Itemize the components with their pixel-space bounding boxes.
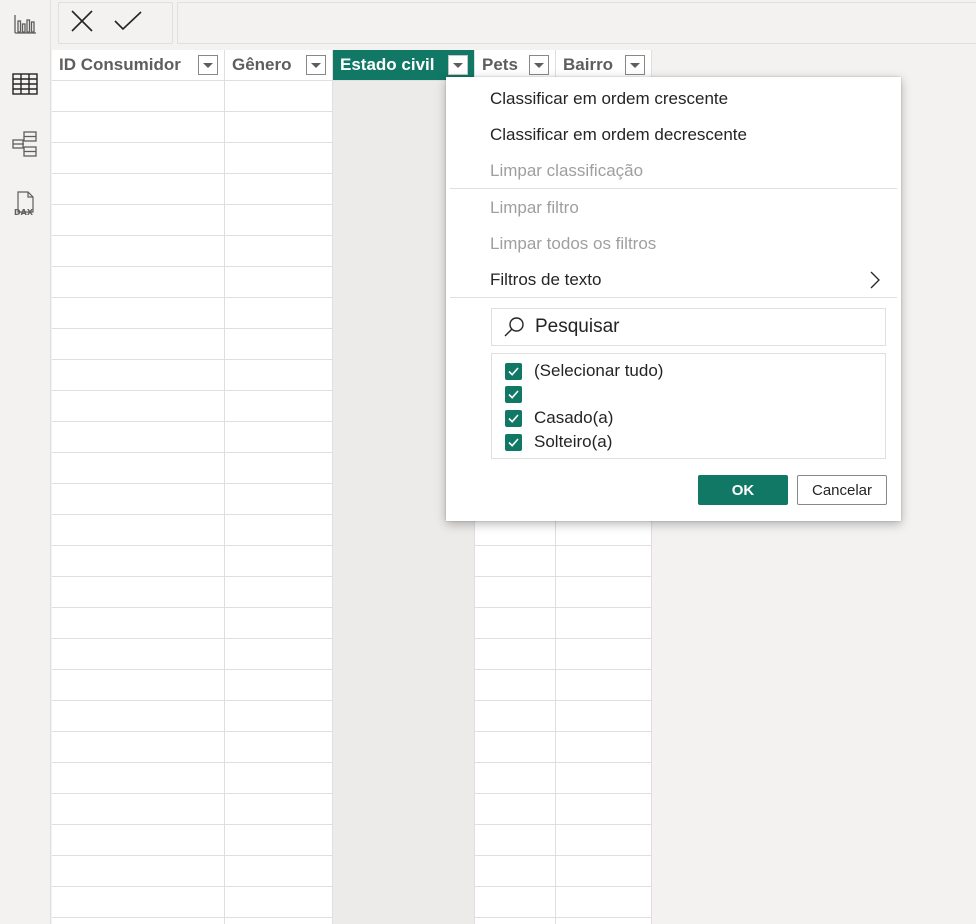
commit-formula-button[interactable] [105,3,151,43]
column-header-label: Pets [482,55,518,74]
table-icon [12,73,38,95]
menu-item-label: Limpar todos os filtros [490,234,657,253]
clear-all-filters-item: Limpar todos os filtros [446,226,901,262]
menu-item-label: Filtros de texto [490,270,602,289]
checkbox[interactable] [505,385,522,403]
column-filter-button[interactable] [529,55,549,75]
model-icon [11,130,39,158]
checkmark-icon [113,9,143,37]
column-filter-button[interactable] [448,55,468,75]
filter-value-casado[interactable]: Casado(a) [505,406,613,430]
model-view-button[interactable] [0,122,50,166]
menu-divider [450,188,897,189]
column-header-label: Bairro [563,55,614,74]
chevron-down-icon [630,62,640,68]
search-placeholder: Pesquisar [535,316,620,337]
sort-ascending-item[interactable]: Classificar em ordem crescente [446,81,901,117]
chevron-down-icon [203,62,213,68]
chevron-right-icon [869,270,881,295]
cancel-button[interactable]: Cancelar [797,475,887,505]
column-filter-menu: Classificar em ordem crescente Classific… [446,77,901,521]
dax-query-view-button[interactable]: DAX [0,182,50,226]
menu-item-label: Limpar classificação [490,161,644,180]
power-bi-data-view: DAX ID Consumidor Gênero Estado civil Pe… [0,0,976,924]
checkmark-icon [508,437,519,447]
data-view-button[interactable] [0,62,50,106]
search-input[interactable]: Pesquisar [491,308,886,346]
checkbox[interactable] [505,433,522,451]
menu-item-label: Limpar filtro [490,198,579,217]
checkmark-icon [508,389,519,399]
filter-value-select-all[interactable]: (Selecionar tudo) [505,359,663,383]
ok-button[interactable]: OK [698,475,788,505]
menu-divider [450,297,897,298]
view-switcher-rail: DAX [0,0,51,924]
column-filter-button[interactable] [625,55,645,75]
formula-actions [58,2,173,44]
dax-icon: DAX [11,190,39,218]
text-filters-item[interactable]: Filtros de texto [446,262,901,298]
column-id-consumidor: ID Consumidor [52,50,225,924]
search-icon [503,316,525,338]
column-filter-button[interactable] [306,55,326,75]
menu-item-label: Classificar em ordem crescente [490,89,729,108]
bar-chart-icon [13,12,37,36]
checkmark-icon [508,413,519,423]
column-header-label: Estado civil [340,55,435,74]
sort-descending-item[interactable]: Classificar em ordem decrescente [446,117,901,153]
clear-filter-item: Limpar filtro [446,190,901,226]
checkmark-icon [508,366,519,376]
filter-values-list: (Selecionar tudo) Casado(a) Solteiro(a) [491,353,886,459]
filter-value-label: (Selecionar tudo) [534,361,664,380]
close-icon [70,9,94,37]
filter-value-solteiro[interactable]: Solteiro(a) [505,430,612,454]
chevron-down-icon [453,62,463,68]
checkbox[interactable] [505,409,522,427]
column-header[interactable]: ID Consumidor [52,50,224,81]
checkbox[interactable] [505,362,522,380]
column-header-label: Gênero [232,55,292,74]
formula-input[interactable] [177,2,976,44]
filter-value-label: Casado(a) [534,408,614,427]
svg-text:DAX: DAX [14,208,34,217]
filter-value-blank[interactable] [505,382,534,406]
column-genero: Gênero [225,50,333,924]
filter-value-label: Solteiro(a) [534,432,613,451]
column-header-label: ID Consumidor [59,55,181,74]
column-header[interactable]: Gênero [225,50,332,81]
chevron-down-icon [311,62,321,68]
chevron-down-icon [534,62,544,68]
menu-item-label: Classificar em ordem decrescente [490,125,747,144]
cancel-formula-button[interactable] [59,3,105,43]
clear-sort-item: Limpar classificação [446,153,901,189]
column-filter-button[interactable] [198,55,218,75]
report-view-button[interactable] [0,2,50,46]
